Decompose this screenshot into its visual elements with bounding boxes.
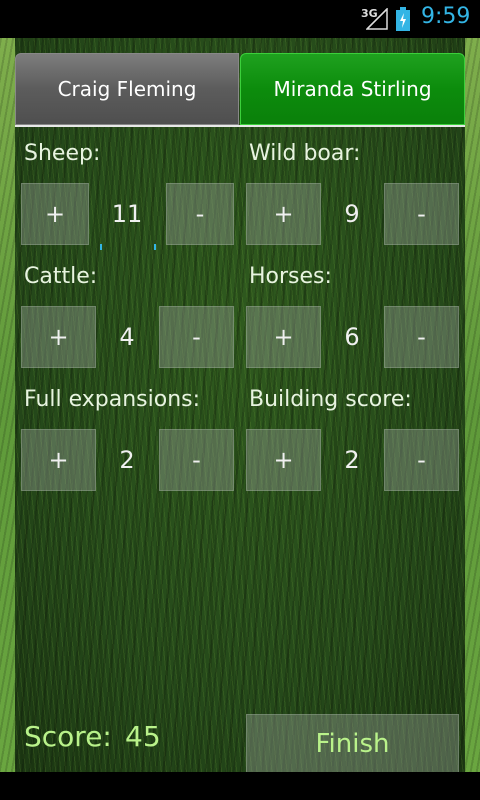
bottom-bar <box>0 772 480 800</box>
finish-button[interactable]: Finish <box>246 714 459 774</box>
status-bar: 3G 9:59 <box>0 0 480 38</box>
score-value: 45 <box>125 720 161 753</box>
wild-boar-plus-button[interactable]: + <box>246 183 321 245</box>
full-expansions-label: Full expansions: <box>24 387 201 412</box>
tab-miranda-stirling[interactable]: Miranda Stirling <box>240 53 465 125</box>
right-panel: Wild boar: + 9 - Horses: + 6 - Building … <box>240 127 465 774</box>
battery-charging-icon <box>396 7 410 31</box>
player-tabs: Craig Fleming Miranda Stirling <box>15 53 465 127</box>
screen: 3G 9:59 Craig Fleming Miranda Stirling S… <box>0 0 480 800</box>
signal-icon <box>366 8 388 30</box>
sheep-plus-button[interactable]: + <box>21 183 89 245</box>
sheep-minus-button[interactable]: - <box>166 183 234 245</box>
clock: 9:59 <box>421 4 471 29</box>
full-expansions-value: 2 <box>119 446 135 474</box>
text-cursor-right <box>154 244 156 250</box>
text-cursor-left <box>100 244 102 250</box>
cattle-label: Cattle: <box>24 264 98 289</box>
horses-label: Horses: <box>249 264 332 289</box>
building-score-value: 2 <box>344 446 360 474</box>
horses-minus-button[interactable]: - <box>384 306 459 368</box>
grass-edge-right <box>465 38 480 772</box>
cattle-minus-button[interactable]: - <box>159 306 234 368</box>
building-score-minus-button[interactable]: - <box>384 429 459 491</box>
full-expansions-minus-button[interactable]: - <box>159 429 234 491</box>
building-score-plus-button[interactable]: + <box>246 429 321 491</box>
sheep-label: Sheep: <box>24 141 101 166</box>
score-label: Score: <box>24 720 112 753</box>
wild-boar-label: Wild boar: <box>249 141 361 166</box>
wild-boar-minus-button[interactable]: - <box>384 183 459 245</box>
tab-craig-fleming[interactable]: Craig Fleming <box>15 53 239 125</box>
cattle-value: 4 <box>119 323 135 351</box>
building-score-label: Building score: <box>249 387 412 412</box>
sheep-value: 11 <box>111 200 143 228</box>
grass-edge-left <box>0 38 15 772</box>
full-expansions-plus-button[interactable]: + <box>21 429 96 491</box>
wild-boar-value: 9 <box>344 200 360 228</box>
left-panel: Sheep: + 11 - Cattle: + 4 - Full expansi… <box>15 127 240 772</box>
cattle-plus-button[interactable]: + <box>21 306 96 368</box>
horses-value: 6 <box>344 323 360 351</box>
horses-plus-button[interactable]: + <box>246 306 321 368</box>
